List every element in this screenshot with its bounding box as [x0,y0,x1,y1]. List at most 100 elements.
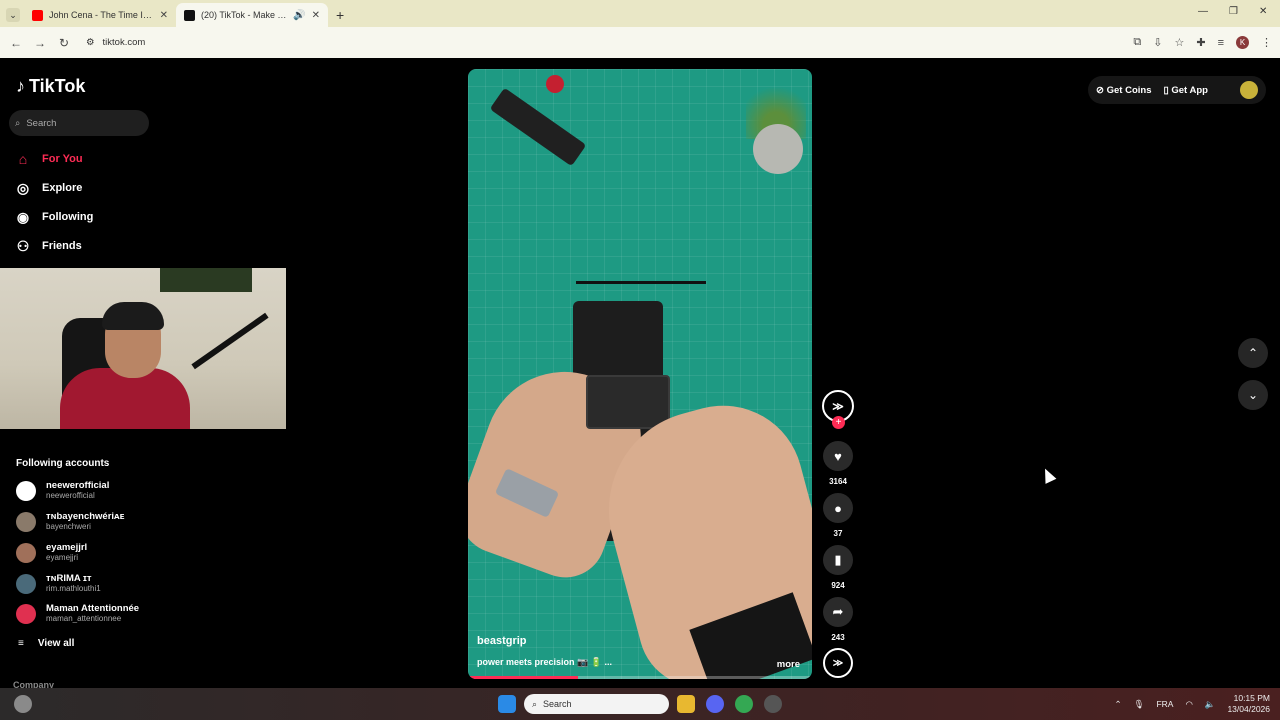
nav-following[interactable]: ◉ Following [14,208,93,226]
bookmark-icon[interactable]: ▮ [823,545,853,575]
account-handle: rim.mathlouthi1 [46,584,101,593]
following-account-item[interactable]: ᴛɴbayenchwériᴀᴇ bayenchweri [16,511,124,532]
file-explorer-icon[interactable] [677,695,695,713]
video-description: power meets precision 📷 🔋 ... [477,657,612,667]
browser-tab-tiktok[interactable]: (20) TikTok - Make Your Day 🔊 ✕ [176,3,328,27]
translate-icon[interactable]: ⧉ [1133,36,1141,49]
chevron-down-icon[interactable]: ⌄ [1238,380,1268,410]
browser-tab-bar: ⌄ John Cena - The Time Is Now ( ✕ (20) T… [0,0,1280,27]
minimize-icon[interactable]: — [1198,6,1208,17]
url-field[interactable]: ⚙ tiktok.com [86,37,145,48]
video-author[interactable]: beastgrip [477,635,527,647]
home-icon: ⌂ [18,151,28,167]
person-hair [102,302,164,330]
url-text: tiktok.com [102,37,146,48]
account-name: ᴛɴbayenchwériᴀᴇ [46,511,125,522]
view-all-label: View all [37,638,75,649]
following-account-item[interactable]: neewerofficial neewerofficial [16,480,109,501]
get-coins-label: Get Coins [1106,84,1152,96]
account-handle: neewerofficial [46,491,95,500]
nav-explore[interactable]: ◎ Explore [14,179,82,197]
nav-label: Explore [42,182,83,194]
chevron-up-icon[interactable]: ⌃ [1115,699,1122,710]
following-account-item[interactable]: eyamejjrl eyamejjri [16,542,87,563]
wall-sign [160,268,252,292]
weather-icon[interactable] [14,695,32,713]
following-account-item[interactable]: Maman Attentionnée maman_attentionnee [16,603,139,624]
following-icon: ◉ [16,208,30,225]
comment-count: 37 [833,529,843,538]
chevron-up-icon[interactable]: ⌃ [1238,338,1268,368]
video-object-knob [546,75,564,93]
browser-tab-youtube[interactable]: John Cena - The Time Is Now ( ✕ [24,3,176,27]
heart-icon[interactable]: ♥ [823,441,853,471]
search-input[interactable]: ⌕ Search [9,110,149,136]
install-icon[interactable]: ⇩ [1153,36,1162,49]
follow-plus-icon[interactable]: + [832,416,845,429]
microphone-arm [191,312,269,370]
more-button[interactable]: more [777,659,800,670]
tab-search-icon[interactable]: ⌄ [6,8,20,22]
bookmark-star-icon[interactable]: ☆ [1174,36,1184,49]
tiktok-note-icon: ♪ [16,76,25,96]
nav-label: Friends [42,240,82,252]
reading-list-icon[interactable]: ≡ [1218,37,1224,49]
windows-start-icon[interactable] [498,695,516,713]
tiktok-logo[interactable]: ♪ TikTok [16,76,85,97]
close-tab-icon[interactable]: ✕ [312,10,320,21]
video-player[interactable]: beastgrip power meets precision 📷 🔋 ... … [468,69,812,679]
windows-taskbar: ⌕ Search ⌃ 🎙 FRA ◠ 🔈 10:15 PM 13/04/2026 [0,688,1280,720]
address-bar: ← → ↻ ⚙ tiktok.com ⧉ ⇩ ☆ ✚ ≡ K ⋮ [0,27,1280,58]
tab-title: (20) TikTok - Make Your Day [201,10,288,20]
close-tab-icon[interactable]: ✕ [160,10,168,21]
account-name: Maman Attentionnée [46,603,140,614]
share-icon[interactable]: ➦ [823,597,853,627]
video-progress-fill [468,676,579,679]
maximize-icon[interactable]: ❐ [1229,6,1238,17]
microphone-icon[interactable]: 🎙 [1134,699,1145,710]
app-icon[interactable] [764,695,782,713]
extensions-icon[interactable]: ✚ [1196,36,1205,49]
music-disc-icon[interactable]: ≫ [823,648,853,678]
account-name: neewerofficial [46,480,110,491]
clock[interactable]: 10:15 PM 13/04/2026 [1227,693,1270,715]
speaker-icon[interactable]: 🔊 [293,10,305,21]
logo-text: TikTok [29,76,86,96]
language-indicator[interactable]: FRA [1156,699,1173,709]
reload-icon[interactable]: ↻ [52,36,76,50]
avatar [16,603,36,624]
volume-icon[interactable]: 🔈 [1205,699,1216,710]
comment-icon[interactable]: ● [823,493,853,523]
mouse-cursor-icon [1039,466,1057,484]
chrome-icon[interactable] [735,695,753,713]
site-info-icon[interactable]: ⚙ [86,37,95,48]
get-app-button[interactable]: ▯ Get App [1163,85,1207,96]
view-all-button[interactable]: ≡ View all [18,638,74,649]
get-coins-button[interactable]: ⊘ Get Coins [1096,85,1151,96]
discord-icon[interactable] [706,695,724,713]
new-tab-button[interactable]: + [328,7,352,27]
taskbar-search[interactable]: ⌕ Search [524,694,669,714]
close-window-icon[interactable]: ✕ [1259,6,1267,17]
following-account-item[interactable]: ᴛɴRIMA ɪᴛ rim.mathlouthi1 [16,573,101,594]
search-icon: ⌕ [15,117,21,129]
compass-icon: ◎ [16,179,30,196]
nav-label: Following [42,211,94,223]
avatar [16,542,36,563]
video-object-pot [753,124,803,174]
get-app-label: Get App [1171,84,1208,96]
forward-icon[interactable]: → [28,36,52,50]
nav-friends[interactable]: ⚇ Friends [14,237,82,255]
user-avatar[interactable] [1240,81,1258,99]
back-icon[interactable]: ← [4,36,28,50]
save-count: 924 [831,581,845,590]
profile-avatar[interactable]: K [1236,36,1249,49]
menu-icon[interactable]: ⋮ [1261,36,1272,49]
account-handle: maman_attentionnee [46,614,122,623]
following-accounts-title: Following accounts [16,458,110,469]
video-progress-bar[interactable] [468,676,812,679]
account-handle: bayenchweri [46,522,91,531]
wifi-icon[interactable]: ◠ [1185,699,1192,710]
nav-for-you[interactable]: ⌂ For You [14,150,83,168]
clock-time: 10:15 PM [1233,693,1270,703]
